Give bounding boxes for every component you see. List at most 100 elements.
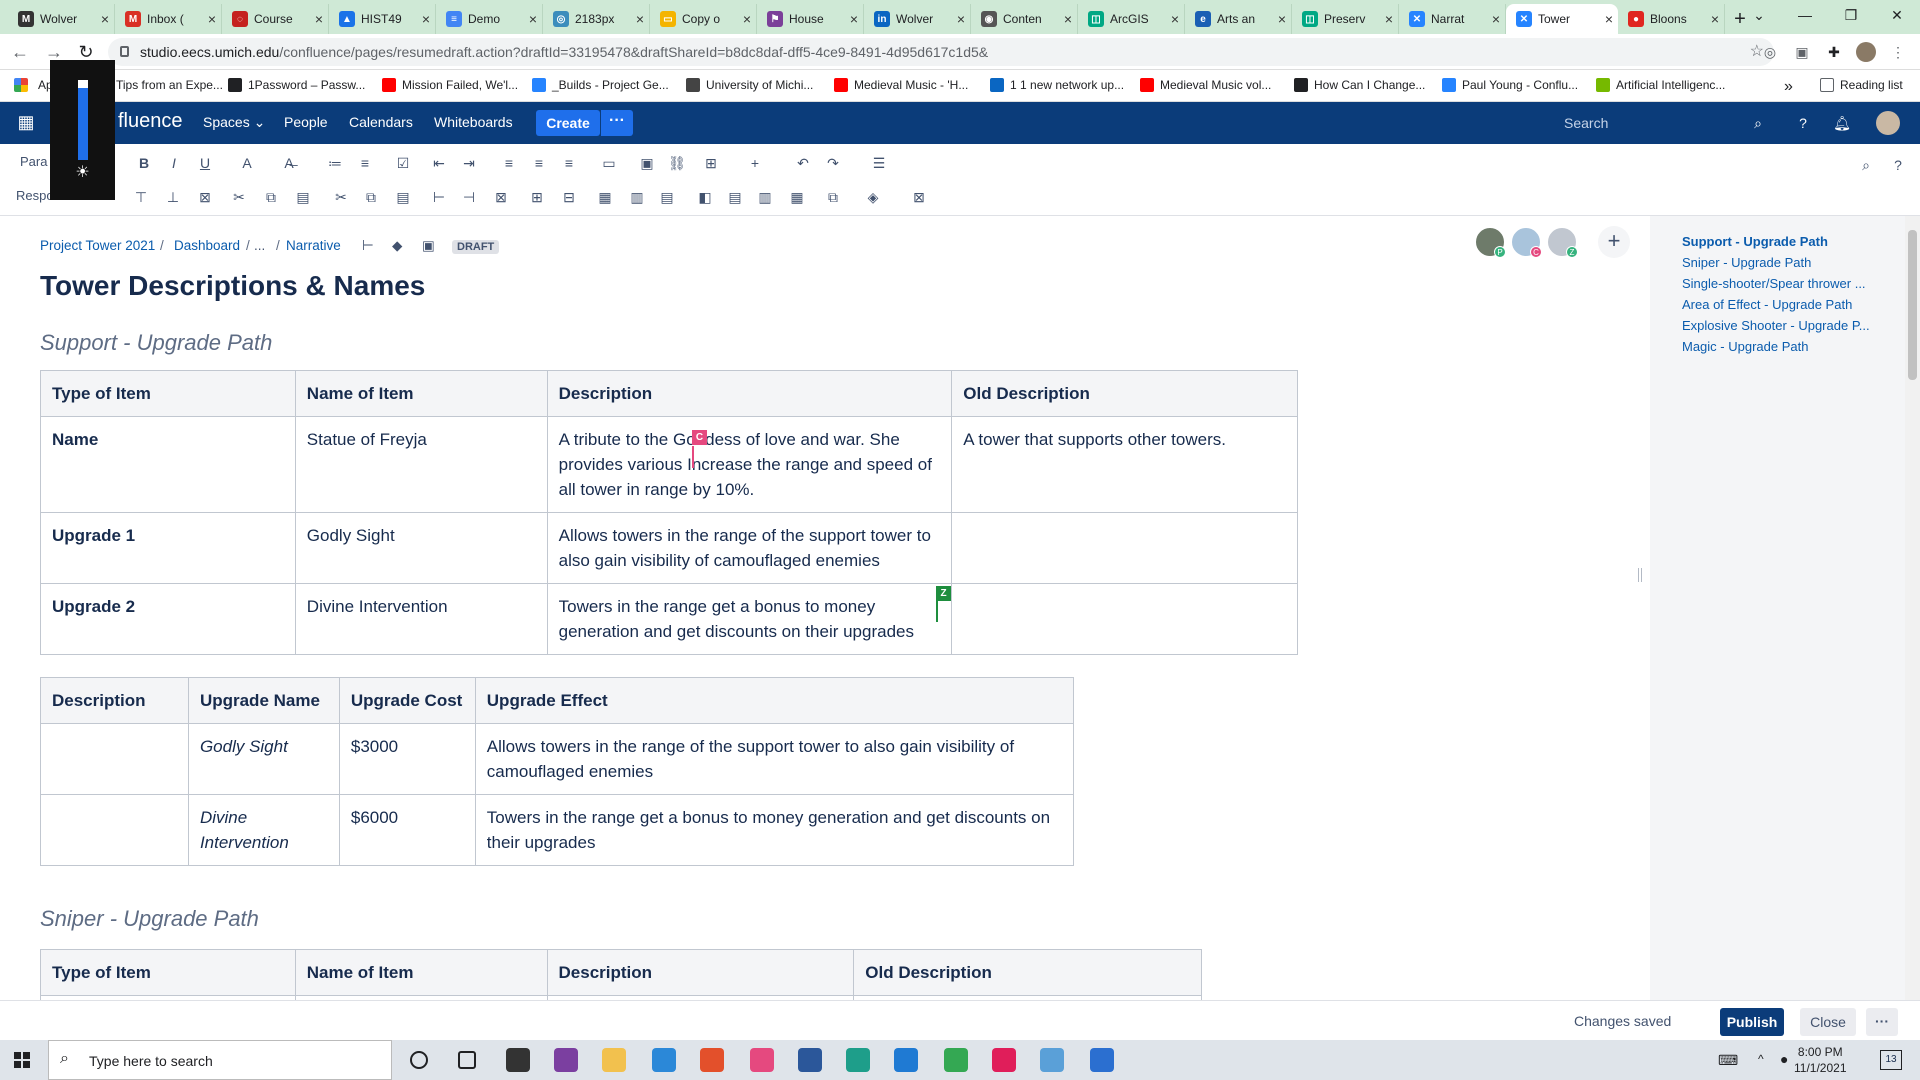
extensions-puzzle-icon[interactable]: ✚ <box>1824 42 1844 62</box>
section-heading-support[interactable]: Support - Upgrade Path <box>40 330 272 356</box>
paste-col-icon[interactable]: ▤ <box>392 186 414 208</box>
underline-icon[interactable]: U <box>194 152 216 174</box>
system-clock[interactable]: 8:00 PM 11/1/2021 <box>1794 1044 1847 1076</box>
vertical-scrollbar[interactable] <box>1905 216 1920 1000</box>
nav-people[interactable]: People <box>284 114 328 130</box>
minimize-button[interactable]: — <box>1782 0 1828 30</box>
bookmark-item[interactable]: University of Michi... <box>686 78 813 92</box>
table-cell[interactable] <box>40 723 189 795</box>
tab-close-icon[interactable]: × <box>845 11 863 27</box>
column-header[interactable]: Description <box>546 949 855 996</box>
file-explorer-icon[interactable] <box>602 1048 626 1072</box>
table-cell[interactable]: Upgrade 1 <box>40 512 296 584</box>
more-actions-button[interactable]: ··· <box>1866 1008 1898 1036</box>
confluence-logo-text[interactable]: fluence <box>118 110 183 133</box>
close-button[interactable]: Close <box>1800 1008 1856 1036</box>
editor-help-icon[interactable]: ? <box>1887 154 1909 176</box>
align-right-icon[interactable]: ≡ <box>558 152 580 174</box>
tab-close-icon[interactable]: × <box>1166 11 1184 27</box>
number-col-icon[interactable]: ▤ <box>656 186 678 208</box>
redo-icon[interactable]: ↷ <box>822 152 844 174</box>
table-cell[interactable]: A tribute to the Goddess of love and war… <box>546 416 953 513</box>
slack-icon[interactable] <box>992 1048 1016 1072</box>
table-responsive-dropdown[interactable]: Respo <box>16 188 54 203</box>
reading-list-button[interactable]: Reading list <box>1820 78 1903 92</box>
windows-start-icon[interactable] <box>14 1052 30 1068</box>
browser-tab[interactable]: ◫ Preserv × <box>1292 4 1399 34</box>
browser-tab[interactable]: ⚑ House × <box>757 4 864 34</box>
microphone-icon[interactable]: ● <box>1780 1051 1788 1067</box>
user-avatar[interactable] <box>1876 111 1900 135</box>
profile-avatar[interactable] <box>1856 42 1876 62</box>
merge-cells-icon[interactable]: ⊞ <box>526 186 548 208</box>
highlight-row-icon[interactable]: ▤ <box>724 186 746 208</box>
browser-tab[interactable]: ◉ Conten × <box>971 4 1078 34</box>
app-icon[interactable] <box>554 1048 578 1072</box>
table-cell[interactable] <box>951 583 1298 655</box>
publish-button[interactable]: Publish <box>1720 1008 1784 1036</box>
cell-color-icon[interactable]: ◧ <box>694 186 716 208</box>
breadcrumb-ellipsis[interactable]: ... <box>254 238 265 253</box>
restrictions-lock-icon[interactable]: ▣ <box>422 238 435 254</box>
table-cell[interactable]: A tower that supports other towers. <box>951 416 1298 513</box>
breadcrumb-dashboard[interactable]: Dashboard <box>174 238 240 253</box>
col-after-icon[interactable]: ⊣ <box>458 186 480 208</box>
browser-tab[interactable]: ▲ HIST49 × <box>329 4 436 34</box>
tab-close-icon[interactable]: × <box>524 11 542 27</box>
page-tree-icon[interactable]: ⊢ <box>362 238 374 254</box>
add-collaborator-button[interactable]: + <box>1598 226 1630 258</box>
numbered-list-icon[interactable]: ≡ <box>354 152 376 174</box>
toc-item[interactable]: Magic - Upgrade Path <box>1682 339 1808 354</box>
tab-close-icon[interactable]: × <box>1059 11 1077 27</box>
bookmark-item[interactable]: Artificial Intelligenc... <box>1596 78 1725 92</box>
column-header[interactable]: Type of Item <box>40 949 296 996</box>
brightness-slider[interactable] <box>78 80 88 160</box>
table-cell[interactable] <box>40 794 189 866</box>
app-switcher-icon[interactable]: ▦ <box>16 112 36 132</box>
bullet-list-icon[interactable]: ≔ <box>324 152 346 174</box>
create-more-button[interactable]: ··· <box>601 110 633 136</box>
table-cell[interactable]: Upgrade 2 <box>40 583 296 655</box>
toc-item[interactable]: Sniper - Upgrade Path <box>1682 255 1811 270</box>
browser-tab[interactable]: M Inbox (× <box>115 4 222 34</box>
tray-chevron-icon[interactable]: ^ <box>1758 1052 1764 1066</box>
create-button[interactable]: Create <box>536 110 600 136</box>
column-header[interactable]: Upgrade Effect <box>474 677 1075 724</box>
insert-icon[interactable]: + <box>744 152 766 174</box>
header-row-icon[interactable]: ▦ <box>594 186 616 208</box>
panel-resize-handle[interactable] <box>1638 568 1642 582</box>
tab-close-icon[interactable]: × <box>310 11 328 27</box>
highlight-col-icon[interactable]: ▥ <box>754 186 776 208</box>
tab-close-icon[interactable]: × <box>1600 11 1618 27</box>
help-icon[interactable]: ? <box>1793 113 1813 133</box>
notifications-center-icon[interactable]: 13 <box>1880 1050 1902 1070</box>
table-props-icon[interactable]: ▦ <box>786 186 808 208</box>
table-cell[interactable]: $3000 <box>338 723 476 795</box>
column-header[interactable]: Name of Item <box>294 949 548 996</box>
collaborator-avatar[interactable]: P <box>1474 226 1506 258</box>
paragraph-style-dropdown[interactable]: Para <box>20 154 47 169</box>
delete-row-icon[interactable]: ⊠ <box>194 186 216 208</box>
column-header[interactable]: Type of Item <box>40 370 296 417</box>
breadcrumb-project[interactable]: Project Tower 2021 <box>40 238 155 253</box>
table-cell[interactable]: Divine Intervention <box>187 794 340 866</box>
italic-icon[interactable]: I <box>163 152 185 174</box>
photos-icon[interactable] <box>1090 1048 1114 1072</box>
bookmarks-overflow[interactable]: » <box>1784 78 1793 96</box>
table-cell[interactable]: Name <box>40 416 296 513</box>
cortana-icon[interactable] <box>410 1051 428 1069</box>
outdent-icon[interactable]: ⇤ <box>428 152 450 174</box>
nav-spaces[interactable]: Spaces ⌄ <box>203 114 265 131</box>
task-list-icon[interactable]: ☑ <box>392 152 414 174</box>
bookmark-item[interactable]: Medieval Music - 'H... <box>834 78 968 92</box>
office-icon[interactable] <box>700 1048 724 1072</box>
browser-tab[interactable]: ◌ Course × <box>222 4 329 34</box>
search-input[interactable]: Search <box>1556 109 1742 137</box>
find-replace-icon[interactable]: ⌕ <box>1855 154 1877 176</box>
tab-close-icon[interactable]: × <box>952 11 970 27</box>
browser-tab[interactable]: ≡ Demo × <box>436 4 543 34</box>
breadcrumb-narrative[interactable]: Narrative <box>286 238 341 253</box>
browser-tab[interactable]: M Wolver × <box>8 4 115 34</box>
browser-tab[interactable]: ▭ Copy o × <box>650 4 757 34</box>
undo-icon[interactable]: ↶ <box>792 152 814 174</box>
